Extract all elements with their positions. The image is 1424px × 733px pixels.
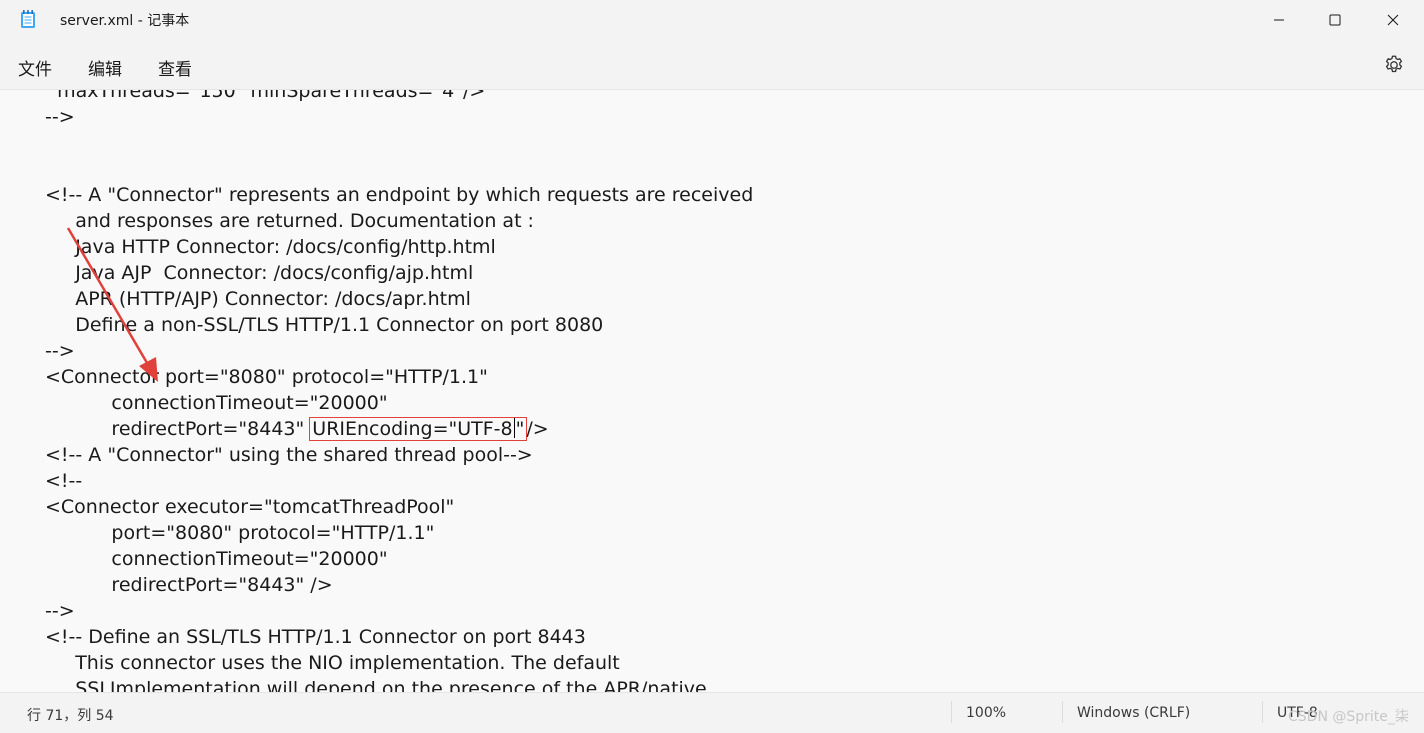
editor-line: <!-- A "Connector" using the shared thre…: [45, 444, 533, 466]
editor-line: connectionTimeout="20000": [45, 548, 388, 570]
editor-line: <!-- Define an SSL/TLS HTTP/1.1 Connecto…: [45, 626, 586, 648]
highlight-text: URIEncoding="UTF-8: [312, 418, 513, 440]
notepad-app-icon: [21, 10, 35, 28]
status-divider: [951, 701, 952, 723]
line-ending: Windows (CRLF): [1077, 705, 1191, 721]
editor-line: <Connector executor="tomcatThreadPool": [45, 496, 455, 518]
editor-line: Java HTTP Connector: /docs/config/http.h…: [45, 236, 496, 258]
editor-line-highlighted: redirectPort="8443" URIEncoding="UTF-8 " /…: [45, 416, 753, 442]
editor-line: -->: [45, 106, 75, 128]
editor-line: <Connector port="8080" protocol="HTTP/1.…: [45, 366, 488, 388]
editor-lines: maxThreads="150" minSpareThreads="4"/> -…: [45, 90, 753, 692]
minimize-icon: [1274, 19, 1284, 21]
editor-line: and responses are returned. Documentatio…: [45, 210, 534, 232]
highlight-suffix: />: [526, 418, 549, 440]
maximize-icon: [1329, 14, 1341, 26]
editor-line: maxThreads="150" minSpareThreads="4"/>: [45, 90, 486, 102]
cursor-position: 行 71，列 54: [27, 708, 114, 724]
uri-encoding-highlight-box: URIEncoding="UTF-8 ": [309, 417, 528, 441]
highlight-prefix: redirectPort="8443": [45, 418, 311, 440]
gear-icon[interactable]: [1383, 54, 1405, 76]
editor-line: <!--: [45, 470, 83, 492]
minimize-button[interactable]: [1256, 0, 1302, 40]
status-divider: [1262, 701, 1263, 723]
status-bar: 行 71，列 54 100% Windows (CRLF) UTF-8 CSDN…: [0, 692, 1424, 733]
editor-line: APR (HTTP/AJP) Connector: /docs/apr.html: [45, 288, 471, 310]
editor-line: Define a non-SSL/TLS HTTP/1.1 Connector …: [45, 314, 604, 336]
text-caret: [513, 418, 515, 438]
highlight-text-tail: ": [515, 418, 525, 440]
title-bar: server.xml - 记事本: [0, 0, 1424, 40]
close-icon: [1387, 14, 1399, 26]
menu-edit[interactable]: 编辑: [88, 55, 122, 80]
close-button[interactable]: [1370, 0, 1416, 40]
editor-line: port="8080" protocol="HTTP/1.1": [45, 522, 435, 544]
window-title: server.xml - 记事本: [60, 13, 190, 29]
editor-line: connectionTimeout="20000": [45, 392, 388, 414]
menu-view[interactable]: 查看: [158, 55, 192, 80]
zoom-level: 100%: [966, 705, 1007, 721]
text-editor[interactable]: maxThreads="150" minSpareThreads="4"/> -…: [0, 90, 1424, 692]
editor-line: Java AJP Connector: /docs/config/ajp.htm…: [45, 262, 474, 284]
editor-line: SSLImplementation will depend on the pre…: [45, 678, 707, 692]
menu-bar: 文件 编辑 查看: [0, 40, 1424, 90]
editor-line: <!-- A "Connector" represents an endpoin…: [45, 184, 754, 206]
editor-line: -->: [45, 340, 75, 362]
editor-line: redirectPort="8443" />: [45, 574, 333, 596]
menu-file[interactable]: 文件: [18, 55, 52, 80]
editor-line: -->: [45, 600, 75, 622]
watermark: CSDN @Sprite_柒: [1288, 709, 1409, 725]
status-divider: [1062, 701, 1063, 723]
maximize-button[interactable]: [1312, 0, 1358, 40]
editor-line: This connector uses the NIO implementati…: [45, 652, 620, 674]
